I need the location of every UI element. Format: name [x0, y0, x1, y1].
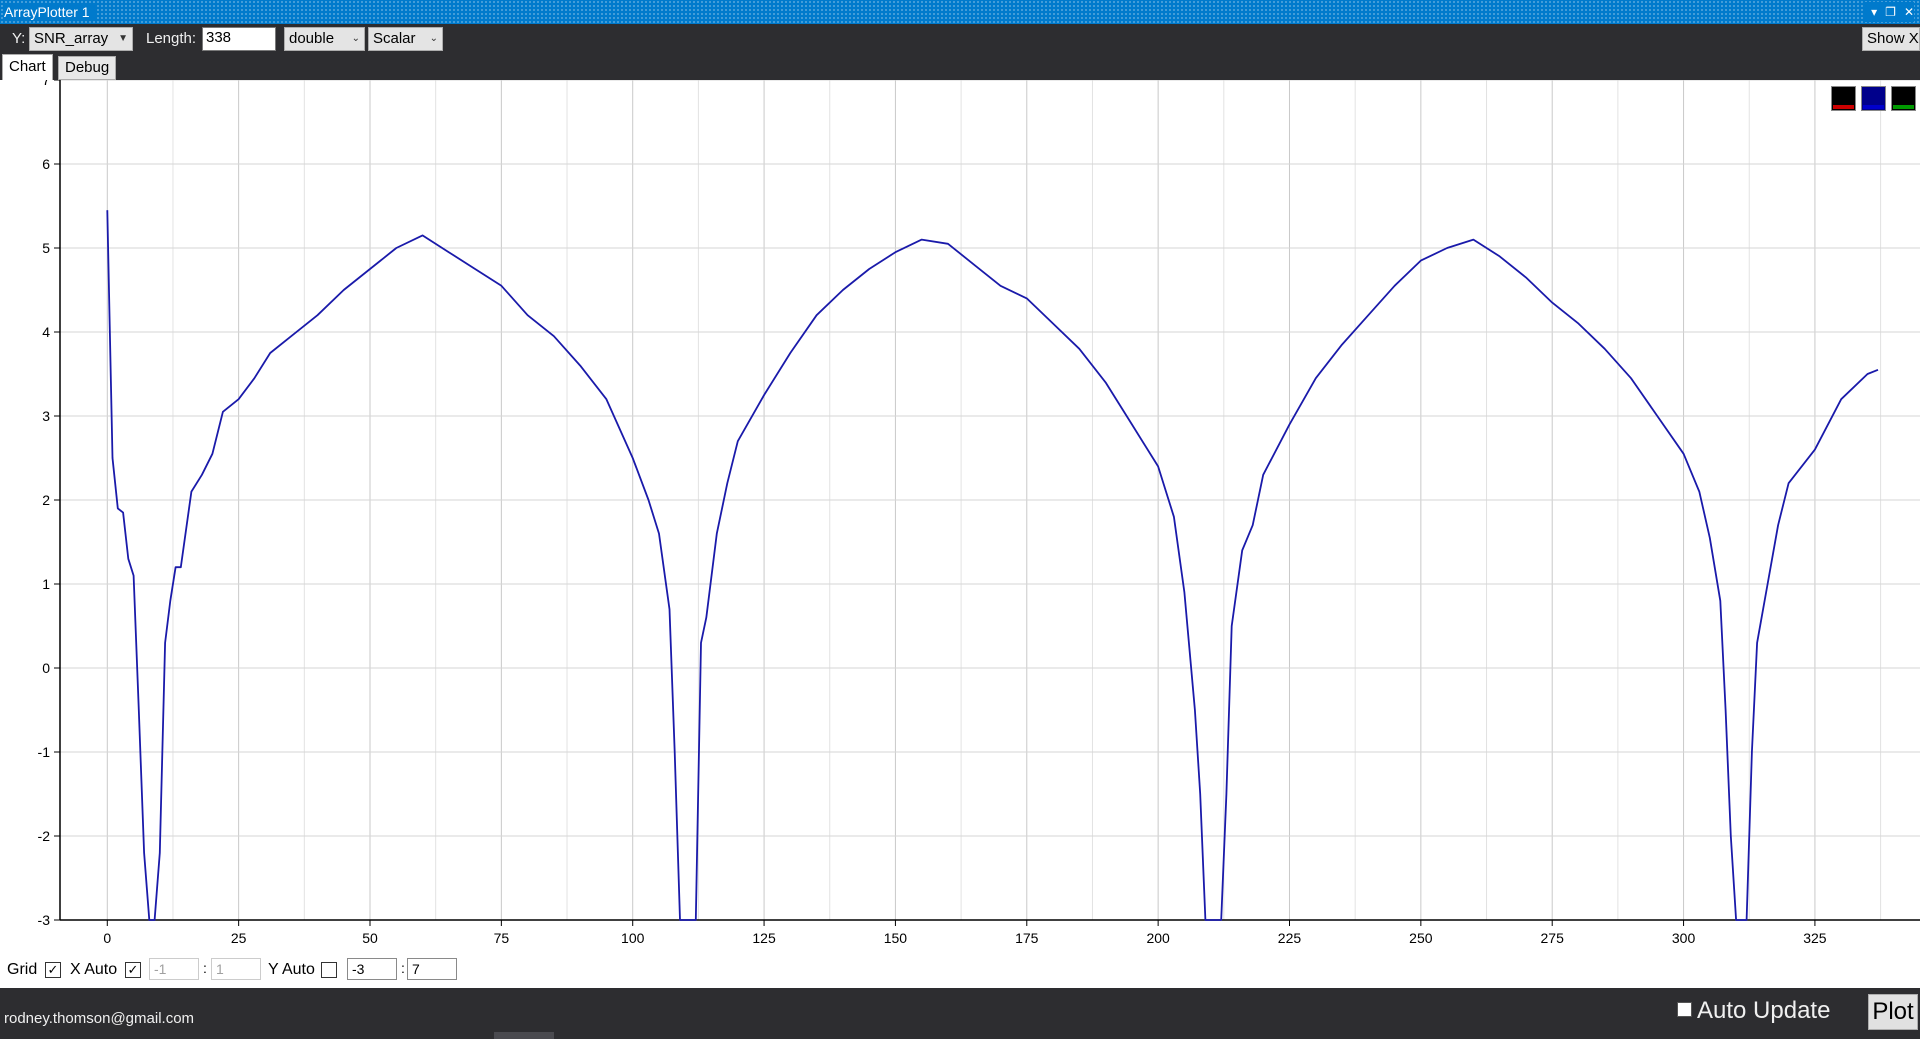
x-tick-label: 0 — [103, 930, 111, 946]
mode-value: Scalar — [373, 30, 416, 47]
window-buttons: ▾ ❐ ✕ — [1865, 2, 1914, 22]
y-tick-label: 7 — [42, 80, 50, 88]
window-title: ArrayPlotter 1 — [4, 3, 96, 21]
chevron-down-icon: ⌄ — [429, 33, 438, 44]
y-tick-label: -3 — [38, 912, 51, 928]
y-auto-label: Y Auto — [268, 961, 315, 978]
legend-swatches — [1831, 86, 1916, 111]
y-tick-label: -2 — [38, 828, 51, 844]
chevron-down-icon: ⌄ — [351, 33, 360, 44]
red-series-swatch[interactable] — [1831, 86, 1856, 111]
chart-panel: 0 25 50 75 100 125 150 175 200 225 250 275 300 325 -3-… — [0, 80, 1920, 988]
y-tick-label: 0 — [42, 660, 50, 676]
grid-checkbox[interactable]: ✓ — [45, 962, 61, 978]
y-tick-label: 4 — [42, 324, 50, 340]
y-variable-value: SNR_array — [34, 30, 109, 47]
x-tick-label: 275 — [1541, 930, 1565, 946]
x-tick-label: 225 — [1278, 930, 1302, 946]
x-range-colon: : — [203, 960, 207, 976]
x-tick-label: 175 — [1015, 930, 1039, 946]
y-tick-label: 1 — [42, 576, 50, 592]
taskbar-fragment — [494, 1032, 554, 1039]
close-icon[interactable]: ✕ — [1904, 2, 1914, 22]
check-icon: ✓ — [47, 962, 59, 977]
mode-select[interactable]: Scalar ⌄ — [368, 27, 443, 51]
blue-series-swatch[interactable] — [1861, 86, 1886, 111]
y-tick-label: 5 — [42, 240, 50, 256]
y-tick-label: 3 — [42, 408, 50, 424]
line-chart[interactable]: 0 25 50 75 100 125 150 175 200 225 250 275 300 325-3-… — [0, 80, 1920, 956]
y-range-colon: : — [401, 960, 405, 976]
tab-chart[interactable]: Chart — [2, 54, 53, 81]
tab-debug[interactable]: Debug — [58, 56, 117, 80]
y-tick-label: -1 — [38, 744, 51, 760]
y-max-input[interactable]: 7 — [407, 958, 457, 980]
x-max-input[interactable]: 1 — [211, 958, 261, 980]
x-min-input[interactable]: -1 — [149, 958, 199, 980]
auto-update-label: Auto Update — [1697, 997, 1831, 1024]
window-titlebar[interactable]: ArrayPlotter 1 ▾ ❐ ✕ — [0, 0, 1920, 24]
restore-icon[interactable]: ❐ — [1885, 2, 1896, 22]
x-tick-label: 300 — [1672, 930, 1696, 946]
x-auto-label: X Auto — [70, 961, 118, 978]
x-tick-label: 150 — [884, 930, 908, 946]
check-icon: ✓ — [127, 962, 139, 977]
type-value: double — [289, 30, 335, 47]
auto-update-toggle[interactable]: Auto Update — [1677, 996, 1831, 1026]
y-tick-label: 6 — [42, 156, 50, 172]
x-auto-checkbox[interactable]: ✓ — [125, 962, 141, 978]
pin-dropdown-icon[interactable]: ▾ — [1871, 2, 1877, 22]
y-tick-label: 2 — [42, 492, 50, 508]
toolbar: Y: SNR_array ▼ Length: 338 double ⌄ Scal… — [0, 24, 1920, 54]
x-tick-label: 200 — [1146, 930, 1170, 946]
chevron-down-icon: ▼ — [118, 33, 128, 44]
show-x-button[interactable]: Show X — [1862, 27, 1920, 51]
status-bar: rodney.thomson@gmail.com Auto Update Plo… — [0, 988, 1920, 1039]
x-tick-label: 250 — [1409, 930, 1433, 946]
y-label: Y: — [12, 30, 26, 47]
length-input[interactable]: 338 — [202, 27, 276, 51]
series-line-0[interactable] — [106, 210, 1879, 921]
tab-strip: Chart Debug — [0, 54, 200, 81]
x-tick-label: 25 — [231, 930, 247, 946]
y-min-input[interactable]: -3 — [347, 958, 397, 980]
y-variable-select[interactable]: SNR_array ▼ — [29, 27, 133, 51]
x-tick-label: 50 — [362, 930, 378, 946]
grid-label: Grid — [7, 961, 38, 978]
y-auto-checkbox[interactable] — [321, 962, 337, 978]
x-tick-label: 100 — [621, 930, 645, 946]
green-series-swatch[interactable] — [1891, 86, 1916, 111]
axis-controls: Grid ✓ X Auto ✓ -1 : 1 Y Auto -3 : 7 — [0, 956, 600, 984]
x-tick-label: 325 — [1803, 930, 1827, 946]
x-tick-label: 125 — [752, 930, 776, 946]
plot-button[interactable]: Plot — [1868, 994, 1918, 1030]
auto-update-checkbox[interactable] — [1677, 1002, 1692, 1017]
x-tick-label: 75 — [494, 930, 510, 946]
user-email: rodney.thomson@gmail.com — [4, 1010, 195, 1027]
length-label: Length: — [146, 30, 197, 47]
type-select[interactable]: double ⌄ — [284, 27, 365, 51]
